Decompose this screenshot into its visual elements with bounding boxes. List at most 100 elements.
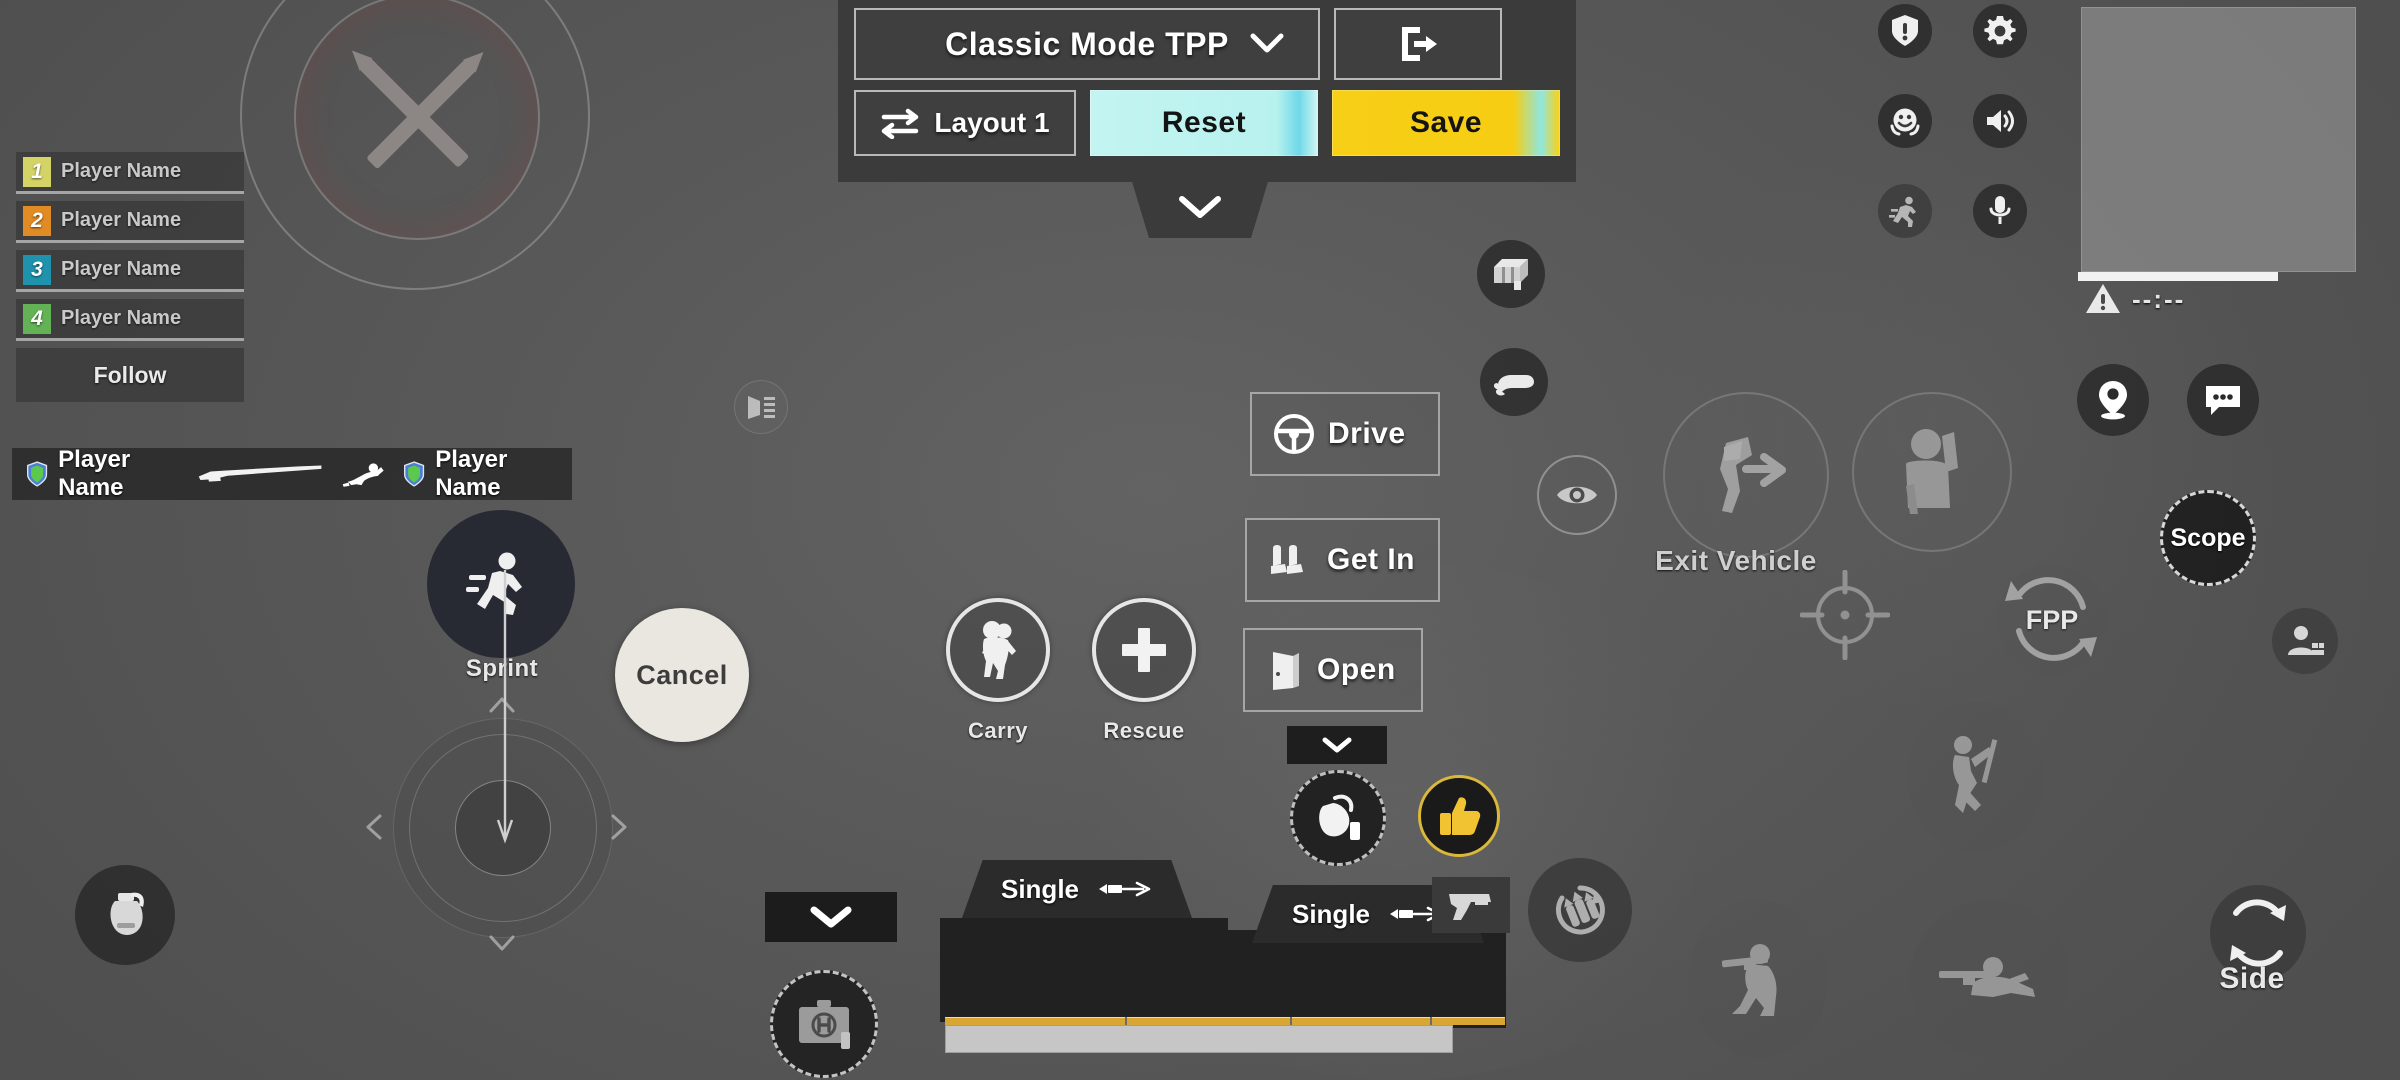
layout-switch-button[interactable]: Layout 1 [854,90,1076,156]
gear-icon [1984,16,2016,45]
open-button[interactable]: Open [1243,628,1423,712]
medkit-button[interactable] [770,970,878,1078]
team-member-row[interactable]: 2 Player Name [16,201,244,243]
killer-name: Player Name [58,446,131,501]
scope-label: Scope [2170,523,2246,552]
warning-triangle-icon [2086,284,2120,313]
map-marker-button[interactable] [2077,364,2149,436]
prone-button[interactable] [1910,900,2070,1058]
chevron-down-icon [1179,196,1221,218]
fpp-label: FPP [2025,604,2079,635]
actions-collapse-button[interactable] [1287,726,1387,764]
panel-collapse-button[interactable] [1130,176,1270,238]
team-member-name: Player Name [61,209,182,231]
reset-label: Reset [1161,106,1247,139]
team-slot-number: 1 [23,156,51,187]
ammo-bar-divider [1430,1017,1432,1025]
sprint-toggle-button[interactable] [1878,184,1932,238]
medkit-h-icon [799,1000,850,1049]
layout-editor-panel: Classic Mode TPP Layout 1 Reset Save [838,0,1576,182]
team-member-name: Player Name [61,307,182,329]
team-member-name: Player Name [61,258,182,280]
door-icon [1273,652,1299,690]
report-shield-icon [1892,15,1918,46]
game-hud-screen: 1 Player Name 2 Player Name 3 Player Nam… [0,0,2400,1080]
emote-button[interactable] [1878,94,1932,148]
peek-player-icon [1906,429,1958,514]
microphone-button[interactable] [1973,184,2027,238]
weapon-collapse-button[interactable] [765,892,897,942]
team-slot-number: 2 [23,205,51,236]
ammo-bar-divider [1290,1017,1292,1025]
pistol-icon [1449,894,1491,920]
victim-name: Player Name [435,446,508,501]
microphone-icon [1989,196,2011,224]
report-shield-button[interactable] [1878,4,1932,58]
rescue-button[interactable] [1092,598,1196,702]
side-label: Side [2219,962,2285,995]
team-member-row[interactable]: 1 Player Name [16,152,244,194]
settings-button[interactable] [1973,4,2027,58]
carry-button[interactable] [946,598,1050,702]
peek-stance-button[interactable] [1852,392,2012,552]
cancel-label: Cancel [636,659,728,690]
team-member-name: Player Name [61,160,182,182]
grenade-button[interactable] [75,865,175,965]
scope-button[interactable]: Scope [2160,490,2256,586]
team-member-row[interactable]: 3 Player Name [16,250,244,292]
chat-bubble-icon [2206,386,2240,415]
exit-editor-button[interactable] [1334,8,1502,80]
exit-vehicle-icon [1720,437,1786,513]
sprint-link-line [496,570,514,844]
eye-peek-icon [1557,486,1597,504]
joystick-right-arrow [611,814,627,840]
exit-vehicle-button[interactable] [1663,392,1829,558]
mode-select-dropdown[interactable]: Classic Mode TPP [854,8,1320,80]
spectate-button[interactable] [2272,608,2338,674]
crouch-button[interactable] [1688,900,1828,1058]
reset-button[interactable]: Reset [1090,90,1318,156]
ammo-bar-gold [945,1017,1505,1025]
joystick-left-arrow [366,814,382,840]
weapon-slot-1-firemode[interactable]: Single [962,860,1192,918]
weapon-slot-2-body[interactable] [1220,930,1506,1028]
chevron-down-icon [1250,33,1284,53]
reload-button[interactable] [1528,858,1632,962]
pistol-slot[interactable] [1432,877,1510,933]
open-label: Open [1317,653,1396,686]
thumbs-up-button[interactable] [1418,775,1500,857]
ammo-bar-divider [1125,1017,1127,1025]
firemode-label: Single [1291,898,1370,929]
door-side-button[interactable] [734,380,788,434]
minimap-status: --:-- [2084,282,2185,316]
volume-button[interactable] [1973,94,2027,148]
thumbs-up-icon [1440,797,1481,835]
minimap[interactable] [2081,7,2356,272]
person-card-icon [2288,626,2324,655]
carry-label: Carry [968,718,1028,743]
drive-button[interactable]: Drive [1250,392,1440,476]
peek-eye-button[interactable] [1537,455,1617,535]
weapon-slot-1-body[interactable] [940,918,1228,1022]
team-panel: 1 Player Name 2 Player Name 3 Player Nam… [16,152,244,402]
clan-shield-icon [27,461,48,487]
save-button[interactable]: Save [1332,90,1560,156]
follow-button[interactable]: Follow [16,348,244,402]
pickup-button[interactable] [1480,348,1548,416]
throwable-button[interactable] [1290,770,1386,866]
car-seats-icon [1271,545,1303,574]
get-in-button[interactable]: Get In [1245,518,1440,602]
map-marker-icon [2099,381,2127,420]
grenade-pin-icon [1319,794,1360,840]
chat-button[interactable] [2187,364,2259,436]
vault-jump-icon [1952,736,1998,813]
fpp-button[interactable]: FPP [1997,565,2107,675]
crouch-icon [1721,944,1777,1016]
get-in-label: Get In [1327,543,1416,576]
team-member-row[interactable]: 4 Player Name [16,299,244,341]
frag-grenade-icon [110,892,144,935]
exit-vehicle-label: Exit Vehicle [1655,545,1817,576]
vault-jump-button[interactable] [1908,702,2044,852]
supply-crate-button[interactable] [1477,240,1545,308]
cancel-button[interactable]: Cancel [615,608,749,742]
